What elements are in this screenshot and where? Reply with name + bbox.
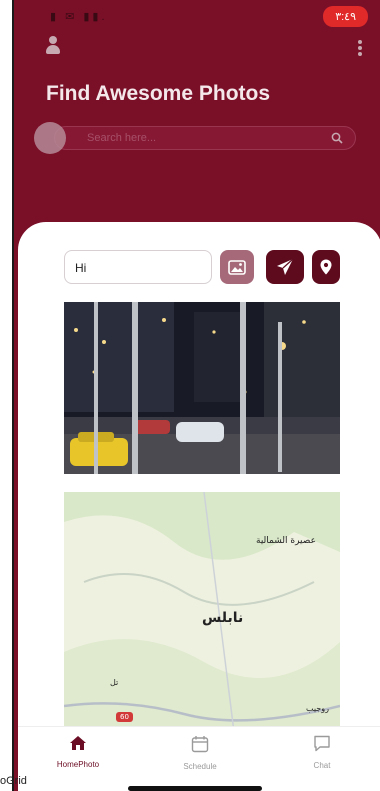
road-number-badge: 60	[116, 712, 133, 722]
location-map[interactable]: عصيرة الشمالية نابلس تل روجيب 60	[64, 492, 340, 732]
nav-label-homephoto: HomePhoto	[56, 760, 100, 769]
search-placeholder: Search here...	[87, 132, 157, 144]
night-street-photo[interactable]	[64, 302, 340, 474]
message-input[interactable]: Hi	[64, 250, 212, 284]
map-label-town-left: تل	[110, 678, 119, 687]
location-pin-icon	[320, 259, 332, 275]
image-icon	[228, 259, 246, 275]
bottom-navigation: HomePhoto Schedule Chat	[18, 726, 380, 791]
nav-item-homephoto[interactable]: HomePhoto	[38, 735, 118, 769]
search-input[interactable]: Search here...	[54, 126, 356, 150]
location-button[interactable]	[312, 250, 340, 284]
map-label-town-top: عصيرة الشمالية	[256, 536, 316, 546]
more-options-icon[interactable]	[358, 40, 362, 56]
content-panel: Hi عصيرة الشمالية نابلس تل روجيب 60	[18, 222, 380, 762]
map-label-city: نابلس	[202, 610, 244, 626]
watermark-text: oGrid	[0, 775, 27, 787]
status-bar: ▮ ✉ ▮▮. ٣:٤٩	[14, 6, 380, 28]
nav-label-schedule: Schedule	[183, 762, 217, 771]
page-title: Find Awesome Photos	[46, 82, 271, 105]
chat-icon	[314, 735, 330, 752]
status-clock: ٣:٤٩	[323, 6, 368, 27]
nav-item-schedule[interactable]: Schedule	[160, 735, 240, 771]
nav-label-chat: Chat	[313, 761, 331, 770]
app-screen: ▮ ✉ ▮▮. ٣:٤٩ Find Awesome Photos Search …	[12, 0, 380, 791]
send-icon	[277, 258, 294, 275]
send-button[interactable]	[266, 250, 304, 284]
search-icon[interactable]	[331, 132, 343, 144]
night-street-image	[64, 302, 340, 474]
map-label-town-bottom: روجيب	[306, 704, 329, 713]
attach-image-button[interactable]	[220, 250, 254, 284]
profile-icon[interactable]	[46, 36, 60, 54]
touch-indicator	[34, 122, 66, 154]
status-icons: ▮ ✉ ▮▮.	[50, 11, 108, 23]
home-indicator	[128, 786, 262, 791]
calendar-icon	[191, 736, 209, 753]
nav-item-chat[interactable]: Chat	[282, 735, 362, 770]
home-icon	[70, 736, 86, 750]
